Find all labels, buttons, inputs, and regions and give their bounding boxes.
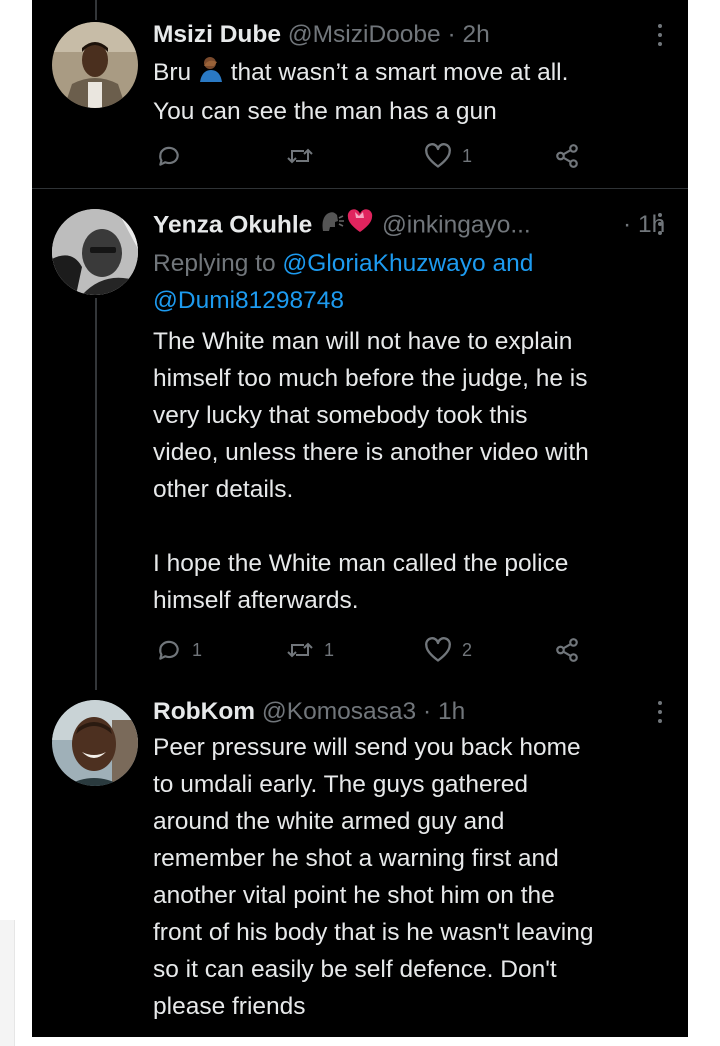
mention-link[interactable]: @GloriaKhuzwayo bbox=[282, 250, 485, 277]
user-handle[interactable]: @MsiziDoobe bbox=[288, 21, 441, 48]
user-handle[interactable]: @inkingayo... bbox=[382, 211, 531, 238]
share-icon bbox=[554, 637, 580, 663]
reply-button[interactable] bbox=[156, 141, 192, 171]
more-options-icon[interactable] bbox=[656, 22, 664, 48]
mention-join: and bbox=[485, 250, 534, 277]
like-count: 2 bbox=[462, 639, 473, 660]
heart-with-ribbon-emoji bbox=[345, 208, 375, 244]
reply-icon bbox=[156, 143, 182, 169]
heart-icon bbox=[424, 637, 452, 663]
reply-button[interactable]: 1 bbox=[156, 635, 202, 665]
tweet-thread: Msizi Dube @MsiziDoobe · 2h Bru that was… bbox=[32, 0, 688, 1037]
timestamp[interactable]: 2h bbox=[462, 21, 489, 48]
user-handle[interactable]: @Komosasa3 bbox=[262, 698, 416, 725]
replying-to: Replying to @GloriaKhuzwayo and @Dumi812… bbox=[153, 245, 678, 319]
separator-dot: · bbox=[422, 698, 432, 725]
avatar[interactable] bbox=[52, 22, 138, 108]
page-edge bbox=[0, 920, 15, 1046]
tweet-msizi[interactable]: Msizi Dube @MsiziDoobe · 2h Bru that was… bbox=[32, 0, 688, 188]
tweet-text: The White man will not have to explain h… bbox=[153, 328, 589, 614]
heart-icon bbox=[424, 143, 452, 169]
tweet-text: Bru that wasn’t a smart move at all. You… bbox=[153, 54, 678, 130]
retweet-button[interactable]: 1 bbox=[286, 635, 334, 665]
separator-dot: · bbox=[623, 211, 632, 238]
tweet-yenza[interactable]: Yenza Okuhle @inkingayo... · 1h Replying… bbox=[32, 189, 688, 685]
share-button[interactable] bbox=[554, 141, 580, 171]
share-icon bbox=[554, 143, 580, 169]
display-name[interactable]: Yenza Okuhle bbox=[153, 211, 312, 238]
tweet-header: RobKom @Komosasa3 · 1h bbox=[153, 695, 688, 729]
avatar[interactable] bbox=[52, 700, 138, 786]
tweet-robkom[interactable]: RobKom @Komosasa3 · 1h Peer pressure wil… bbox=[32, 686, 688, 1037]
retweet-count: 1 bbox=[324, 639, 335, 660]
avatar[interactable] bbox=[52, 209, 138, 295]
separator-dot: · bbox=[447, 21, 456, 48]
tweet-text: Peer pressure will send you back home to… bbox=[153, 734, 594, 1020]
more-options-icon[interactable] bbox=[656, 699, 664, 725]
retweet-button[interactable] bbox=[286, 141, 324, 171]
retweet-icon bbox=[286, 143, 314, 169]
replying-to-label: Replying to bbox=[153, 250, 283, 277]
like-count: 1 bbox=[462, 145, 473, 166]
speaking-head-emoji bbox=[319, 209, 345, 243]
mention-link[interactable]: @Dumi81298748 bbox=[153, 287, 344, 314]
display-name[interactable]: RobKom bbox=[153, 698, 255, 725]
retweet-icon bbox=[286, 637, 314, 663]
reply-count: 1 bbox=[192, 639, 203, 660]
like-button[interactable]: 1 bbox=[424, 141, 472, 171]
timestamp[interactable]: 1h bbox=[438, 698, 465, 725]
tweet-text-part: Bru bbox=[153, 59, 198, 86]
like-button[interactable]: 2 bbox=[424, 635, 472, 665]
reply-icon bbox=[156, 637, 182, 663]
share-button[interactable] bbox=[554, 635, 580, 665]
person-facepalming-emoji bbox=[198, 54, 224, 93]
tweet-header: Msizi Dube @MsiziDoobe · 2h bbox=[153, 18, 688, 52]
more-options-icon[interactable] bbox=[656, 211, 664, 237]
tweet-header: Yenza Okuhle @inkingayo... · 1h bbox=[153, 208, 688, 242]
display-name[interactable]: Msizi Dube bbox=[153, 21, 281, 48]
